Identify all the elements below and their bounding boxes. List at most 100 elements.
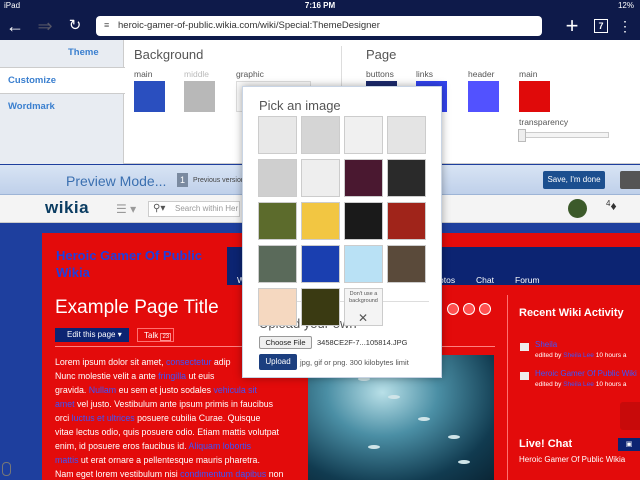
url-text: heroic-gamer-of-public.wikia.com/wiki/Sp…: [118, 20, 380, 31]
article-link[interactable]: Nullam: [89, 385, 116, 395]
activity-item-title[interactable]: Sheila: [535, 340, 557, 349]
chat-toggle-button[interactable]: ▣: [618, 438, 640, 451]
article-line: enim, id posuere eros faucibus id. Aliqu…: [55, 439, 305, 453]
google-share-icon[interactable]: [479, 303, 491, 315]
thumb-dark-gray[interactable]: [387, 159, 426, 197]
avatar[interactable]: [568, 199, 587, 218]
fish-shape: [388, 395, 400, 399]
scroll-mouse-icon: [2, 462, 11, 476]
article-text: eu sem et justo sodales: [116, 385, 214, 395]
article-text: gravida.: [55, 385, 89, 395]
article-line: orci luctus et ultrices posuere cubilia …: [55, 411, 305, 425]
page-title: Example Page Title: [55, 297, 219, 318]
article-link[interactable]: vehicula sit: [213, 385, 257, 395]
slider-handle[interactable]: [518, 129, 526, 142]
thumb-dots[interactable]: [344, 116, 383, 154]
close-x-icon: ✕: [358, 311, 369, 325]
tab-wordmark[interactable]: Wordmark: [0, 94, 123, 121]
thumb-gray-damask[interactable]: [301, 116, 340, 154]
article-link[interactable]: luctus et ultrices: [72, 413, 135, 423]
new-tab-plus-icon[interactable]: +: [561, 15, 583, 37]
selected-filename: 3458CE2F-7...105814.JPG: [317, 338, 408, 347]
thumb-moon[interactable]: [387, 245, 426, 283]
thumb-rust[interactable]: [258, 245, 297, 283]
thumb-bird[interactable]: [344, 245, 383, 283]
nav-item-forum[interactable]: Forum: [515, 275, 540, 285]
back-arrow-icon[interactable]: ←: [4, 16, 26, 36]
facebook-share-icon[interactable]: [463, 303, 475, 315]
version-number-badge[interactable]: 1: [177, 173, 188, 187]
page-main-swatch[interactable]: [519, 81, 550, 112]
thumb-green-grid[interactable]: [301, 288, 340, 326]
reload-icon[interactable]: ↻: [64, 16, 86, 36]
thumb-stripes[interactable]: [258, 288, 297, 326]
links-label: links: [416, 69, 434, 79]
article-link[interactable]: fringilla: [158, 371, 186, 381]
background-main-swatch[interactable]: [134, 81, 165, 112]
lock-icon: ≡: [104, 20, 110, 30]
edit-page-button[interactable]: Edit this page ▾: [55, 328, 129, 342]
header-swatch[interactable]: [468, 81, 499, 112]
floating-toolbar-button[interactable]: [620, 402, 640, 430]
article-text: Lorem ipsum dolor sit amet,: [55, 357, 166, 367]
article-link[interactable]: consectetur: [166, 357, 211, 367]
tab-customize[interactable]: Customize: [0, 67, 125, 94]
thumb-olive[interactable]: [258, 202, 297, 240]
thumb-light-dots[interactable]: [387, 116, 426, 154]
pick-image-modal: Pick an image Upload your own Choose Fil…: [242, 86, 442, 378]
thumb-blue-swirl[interactable]: [301, 245, 340, 283]
twitter-share-icon[interactable]: [447, 303, 459, 315]
choose-file-button[interactable]: Choose File: [259, 336, 312, 349]
thumb-fire[interactable]: [387, 202, 426, 240]
edit-page-icon: [520, 343, 529, 351]
activity-item-meta: edited by Sheila Lee 10 hours a: [535, 352, 626, 359]
thumb-ornament[interactable]: [258, 159, 297, 197]
nav-item-chat[interactable]: Chat: [476, 275, 494, 285]
background-middle-swatch[interactable]: [184, 81, 215, 112]
wikia-logo[interactable]: wikia: [45, 198, 89, 218]
notifications-bell-icon[interactable]: 4♦: [606, 199, 617, 213]
battery-level: 12%: [617, 1, 634, 10]
recent-activity-title: Recent Wiki Activity: [519, 307, 624, 319]
article-text: ut erat ornare a pellentesque mauris pha…: [78, 455, 260, 465]
previous-version-link[interactable]: Previous version: [193, 177, 245, 184]
editor-link[interactable]: Sheila Lee: [563, 352, 594, 359]
talk-count-badge: 23: [160, 333, 172, 341]
thumb-white-circles[interactable]: [258, 116, 297, 154]
save-button[interactable]: Save, I'm done: [543, 171, 605, 189]
transparency-slider[interactable]: [518, 129, 609, 142]
search-input[interactable]: ⚲▾ Search within Her: [148, 201, 240, 217]
thumb-yellow-bokeh[interactable]: [301, 202, 340, 240]
article-link[interactable]: mattis: [55, 455, 78, 465]
status-bar: iPad 7:16 PM 12%: [0, 0, 640, 12]
article-line: mattis ut erat ornare a pellentesque mau…: [55, 453, 305, 467]
article-link[interactable]: Aliquam lobortis: [189, 441, 252, 451]
upload-button[interactable]: Upload: [259, 354, 297, 370]
thumb-carbon[interactable]: [344, 202, 383, 240]
buttons-label: buttons: [366, 69, 394, 79]
article-text: vel justo. Vestibulum ante ipsum primis …: [74, 399, 274, 409]
article-line: gravida. Nullam eu sem et justo sodales …: [55, 383, 305, 397]
article-text: enim, id posuere eros faucibus id.: [55, 441, 189, 451]
tab-theme[interactable]: Theme: [0, 40, 123, 67]
search-icon: ⚲▾: [153, 203, 166, 214]
wiki-name[interactable]: Heroic Gamer Of Public Wikia: [56, 247, 226, 281]
forward-arrow-icon[interactable]: ⇒: [34, 16, 56, 36]
thumb-white-texture[interactable]: [301, 159, 340, 197]
editor-link[interactable]: Sheila Lee: [563, 381, 594, 388]
background-graphic-label: graphic: [236, 69, 264, 79]
article-link[interactable]: amet: [55, 399, 75, 409]
activity-item-title[interactable]: Heroic Gamer Of Public Wiki: [535, 369, 637, 378]
cancel-button[interactable]: [620, 171, 640, 189]
article-link[interactable]: condimentum dapibus: [180, 469, 266, 479]
thumb-purple-streaks[interactable]: [344, 159, 383, 197]
no-background-tile[interactable]: Don't use a background ✕: [344, 288, 383, 326]
menu-dots-icon[interactable]: ⋮: [614, 16, 636, 36]
talk-button[interactable]: Talk 23: [137, 328, 174, 342]
meta-prefix: edited by: [535, 352, 564, 359]
tab-switcher-button[interactable]: 7: [594, 19, 608, 33]
address-bar[interactable]: ≡ heroic-gamer-of-public.wikia.com/wiki/…: [96, 16, 542, 36]
header-label: header: [468, 69, 495, 79]
fish-shape: [368, 445, 380, 449]
hamburger-menu-icon[interactable]: ☰ ▾: [116, 202, 136, 216]
